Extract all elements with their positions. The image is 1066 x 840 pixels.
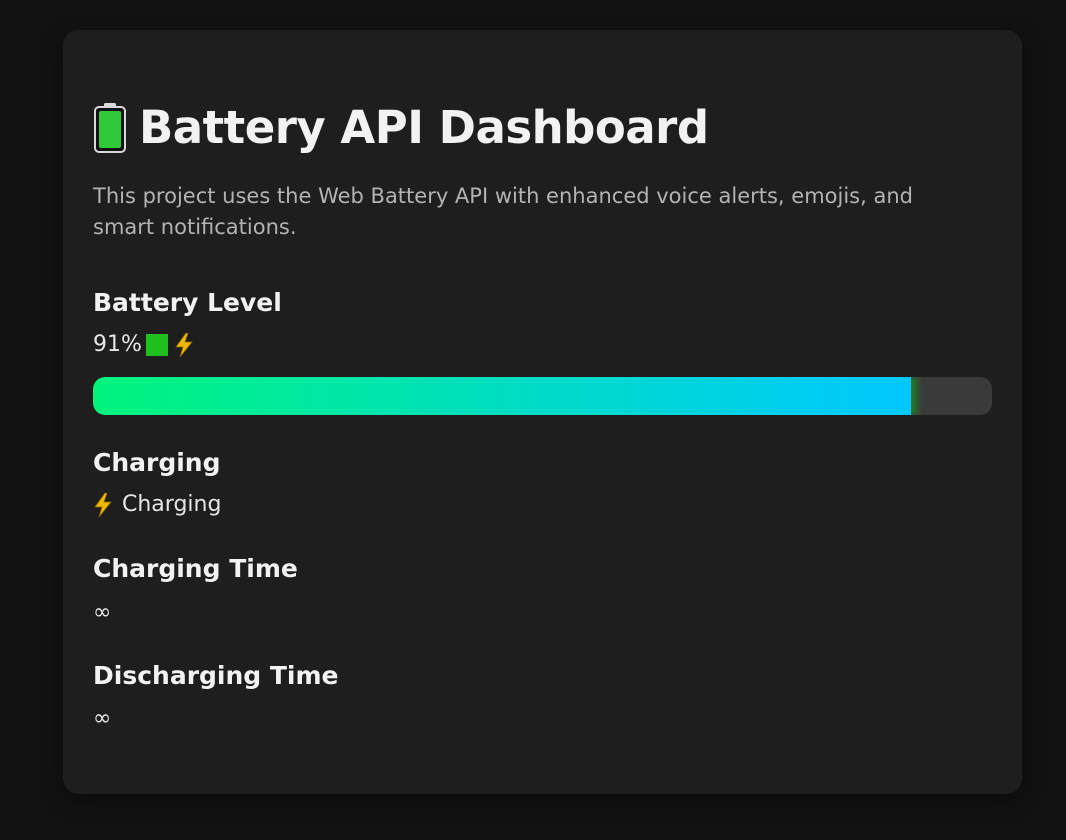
- discharging-time-label: Discharging Time: [93, 661, 339, 690]
- page-description: This project uses the Web Battery API wi…: [93, 184, 913, 239]
- lightning-icon: [174, 332, 194, 357]
- battery-dashboard-card: Battery API Dashboard This project uses …: [63, 30, 1022, 794]
- battery-level-label: Battery Level: [93, 288, 282, 317]
- title-row: Battery API Dashboard: [93, 102, 709, 154]
- battery-icon: [93, 103, 127, 153]
- charging-label: Charging: [93, 448, 221, 477]
- battery-percent-text: 91%: [93, 332, 142, 357]
- discharging-time-value: ∞: [93, 706, 112, 731]
- charging-status-text: Charging: [122, 492, 222, 517]
- battery-progress-fill: [93, 377, 912, 415]
- lightning-icon: [93, 492, 113, 517]
- battery-progress-bar: [93, 377, 992, 415]
- charging-value: Charging: [93, 492, 221, 517]
- page-title: Battery API Dashboard: [139, 101, 709, 154]
- charging-time-value: ∞: [93, 600, 112, 625]
- battery-level-value: 91%: [93, 332, 194, 357]
- charging-time-label: Charging Time: [93, 554, 298, 583]
- green-square-icon: [145, 333, 168, 356]
